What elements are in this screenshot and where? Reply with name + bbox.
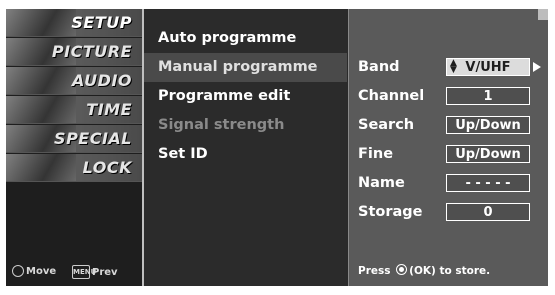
search-row[interactable]: Search Up/Down (349, 111, 548, 140)
name-label: Name (358, 175, 405, 191)
band-label: Band (358, 59, 400, 75)
submenu-item-set-id[interactable]: Set ID (144, 140, 347, 169)
band-value[interactable]: ▲ ▼ V/UHF (446, 58, 530, 76)
menu-item-label: PICTURE (51, 42, 132, 61)
move-hint: Move (12, 265, 56, 277)
submenu-item-auto-programme[interactable]: Auto programme (144, 24, 347, 53)
hint-key: (OK) (409, 265, 436, 277)
store-hint: Press (OK) to store. (358, 264, 490, 277)
search-value[interactable]: Up/Down (446, 116, 530, 134)
menu-item-label: SPECIAL (54, 129, 132, 148)
menu-item-label: LOCK (82, 158, 132, 177)
storage-label: Storage (358, 204, 423, 220)
band-row[interactable]: Band ▲ ▼ V/UHF (349, 53, 548, 82)
fine-label: Fine (358, 146, 394, 162)
nav-help-bar: Move MENUPrev (6, 262, 142, 282)
prev-hint-label: Prev (92, 267, 118, 278)
menu-item-setup[interactable]: SETUP (6, 9, 142, 37)
right-arrow-icon (533, 62, 541, 72)
prev-hint: MENUPrev (72, 265, 118, 279)
ok-button-icon (396, 264, 408, 275)
channel-value[interactable]: 1 (446, 87, 530, 105)
menu-item-label: AUDIO (72, 71, 132, 90)
fine-value[interactable]: Up/Down (446, 145, 530, 163)
name-row[interactable]: Name - - - - - (349, 169, 548, 198)
manual-programme-panel: Band ▲ ▼ V/UHF Channel 1 Search Up/Down F… (348, 9, 548, 286)
submenu-item-programme-edit[interactable]: Programme edit (144, 82, 347, 111)
menu-item-picture[interactable]: PICTURE (6, 38, 142, 66)
submenu-item-signal-strength: Signal strength (158, 117, 285, 133)
search-label: Search (358, 117, 415, 133)
channel-label: Channel (358, 88, 425, 104)
main-menu: SETUP PICTURE AUDIO TIME SPECIAL LOCK Mo… (6, 9, 144, 286)
submenu-item-manual-programme[interactable]: Manual programme (144, 53, 347, 82)
hint-suffix: to store. (439, 265, 491, 277)
menu-item-time[interactable]: TIME (6, 96, 142, 124)
name-value[interactable]: - - - - - (446, 174, 530, 192)
lock-thumbnail-icon (6, 154, 76, 181)
direction-pad-icon (12, 265, 24, 277)
channel-row[interactable]: Channel 1 (349, 82, 548, 111)
storage-row[interactable]: Storage 0 (349, 198, 548, 227)
hint-prefix: Press (358, 265, 391, 277)
up-down-icon: ▲ ▼ (450, 58, 457, 75)
menu-item-label: SETUP (71, 13, 132, 32)
audio-thumbnail-icon (6, 67, 76, 94)
menu-item-label: TIME (86, 100, 132, 119)
setup-submenu: Auto programme Manual programme Programm… (144, 9, 347, 286)
panel-corner (538, 9, 548, 20)
time-thumbnail-icon (6, 96, 76, 123)
menu-item-special[interactable]: SPECIAL (6, 125, 142, 153)
fine-row[interactable]: Fine Up/Down (349, 140, 548, 169)
menu-key-icon: MENU (72, 265, 96, 279)
band-value-text: V/UHF (465, 60, 511, 75)
menu-item-audio[interactable]: AUDIO (6, 67, 142, 95)
setup-thumbnail-icon (6, 9, 76, 36)
move-hint-label: Move (26, 266, 57, 277)
menu-item-lock[interactable]: LOCK (6, 154, 142, 182)
storage-value[interactable]: 0 (446, 203, 530, 221)
